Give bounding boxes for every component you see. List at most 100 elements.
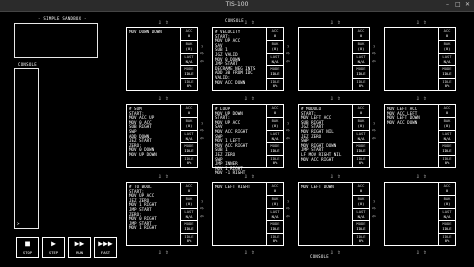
top-console-label: CONSOLE xyxy=(225,18,244,23)
register-value: N/A xyxy=(443,213,451,219)
up-arrow-icon: ⇧ xyxy=(423,249,427,256)
node-code-editor[interactable]: MOV LEFT ACC MOV ACC LEFT MOV LEFT DOWN … xyxy=(387,107,439,125)
register-value: IDLE xyxy=(356,147,366,153)
register-bak: BAK (0) xyxy=(352,117,369,131)
register-idle: IDLE 0% xyxy=(180,154,197,168)
register-value: (0) xyxy=(357,46,365,52)
register-value: (0) xyxy=(357,123,365,129)
node-code-editor[interactable]: MOV LEFT RIGHT xyxy=(215,185,267,190)
up-arrow-icon: ⇧ xyxy=(251,19,255,26)
node-4[interactable]: ACC 0 BAK (0) LAST N/A MODE IDLE IDLE 0% xyxy=(384,27,456,91)
register-last: LAST N/A xyxy=(180,207,197,221)
register-idle: IDLE 0% xyxy=(438,77,455,91)
register-value: IDLE xyxy=(270,70,280,76)
left-arrow-icon: ⇦ xyxy=(372,58,376,65)
up-arrow-icon: ⇧ xyxy=(423,95,427,102)
step-button[interactable]: ▶ STEP xyxy=(42,237,65,258)
node-7[interactable]: # MODULO START: MOV LEFT ACC SUB RIGHT J… xyxy=(298,104,370,168)
node-12[interactable]: ACC 0 BAK (0) LAST N/A MODE IDLE IDLE 0% xyxy=(384,182,456,246)
up-arrow-icon: ⇧ xyxy=(165,249,169,256)
register-last: LAST N/A xyxy=(352,52,369,66)
node-code-editor[interactable]: # SUM START: MOV ACC UP MOV 0 ACC SUB RI… xyxy=(129,107,181,158)
down-arrow-icon: ⇩ xyxy=(158,173,162,180)
register-bak: BAK (0) xyxy=(352,195,369,209)
register-value: 0 xyxy=(359,187,363,193)
left-arrow-icon: ⇦ xyxy=(200,213,204,220)
node-code-editor[interactable]: # VELOCITY START: MOV UP ACC SAV SUB 1 J… xyxy=(215,30,267,85)
register-value: 0 xyxy=(359,32,363,38)
register-last: LAST N/A xyxy=(180,129,197,143)
register-acc: ACC 0 xyxy=(438,105,455,118)
register-value: (0) xyxy=(271,123,279,129)
node-2[interactable]: # VELOCITY START: MOV UP ACC SAV SUB 1 J… xyxy=(212,27,284,91)
register-value: N/A xyxy=(271,135,279,141)
register-value: (0) xyxy=(443,123,451,129)
register-last: LAST N/A xyxy=(438,207,455,221)
left-arrow-icon: ⇦ xyxy=(372,213,376,220)
register-acc: ACC 0 xyxy=(180,183,197,196)
register-idle: IDLE 0% xyxy=(266,77,283,91)
left-arrow-icon: ⇦ xyxy=(200,135,204,142)
register-value: IDLE xyxy=(356,225,366,231)
node-code-editor[interactable]: # LOOP MOV UP DOWN START: MOV UP ACC SAV… xyxy=(215,107,267,176)
port-value: ? xyxy=(287,200,290,204)
node-5[interactable]: # SUM START: MOV ACC UP MOV 0 ACC SUB RI… xyxy=(126,104,198,168)
register-last: LAST N/A xyxy=(352,207,369,221)
register-value: 0 xyxy=(273,109,277,115)
register-value: 0% xyxy=(444,160,450,166)
maximize-icon[interactable]: □ xyxy=(455,1,461,8)
node-code-editor[interactable]: MOV DOWN DOWN xyxy=(129,30,181,35)
window-titlebar: TIS-100 – □ ✕ xyxy=(0,0,474,12)
down-arrow-icon: ⇩ xyxy=(416,173,420,180)
register-bak: BAK (0) xyxy=(352,40,369,54)
register-mode: MODE IDLE xyxy=(352,65,369,79)
stop-button[interactable]: ■ STOP xyxy=(16,237,39,258)
run-button[interactable]: ▶▶ RUN xyxy=(68,237,91,258)
register-value: N/A xyxy=(185,135,193,141)
register-value: 0 xyxy=(187,109,191,115)
node-11[interactable]: MOV LEFT DOWN ACC 0 BAK (0) LAST N/A MODE IDLE ID… xyxy=(298,182,370,246)
node-8[interactable]: MOV LEFT ACC MOV ACC LEFT MOV LEFT DOWN … xyxy=(384,104,456,168)
register-mode: MODE IDLE xyxy=(352,142,369,156)
register-idle: IDLE 0% xyxy=(180,77,197,91)
fast-button[interactable]: ▶▶▶ FAST xyxy=(94,237,117,258)
node-1[interactable]: MOV DOWN DOWN ACC 0 BAK (0) LAST N/A MODE IDLE ID… xyxy=(126,27,198,91)
node-9[interactable]: # TO BOOL START: MOV UP ACC JEZ ZERO MOV… xyxy=(126,182,198,246)
register-value: 0 xyxy=(445,109,449,115)
console-input-panel[interactable]: > xyxy=(14,68,39,229)
node-3[interactable]: ACC 0 BAK (0) LAST N/A MODE IDLE IDLE 0% xyxy=(298,27,370,91)
register-bak: BAK (0) xyxy=(266,117,283,131)
register-acc: ACC 0 xyxy=(352,28,369,41)
down-arrow-icon: ⇩ xyxy=(330,249,334,256)
down-arrow-icon: ⇩ xyxy=(416,249,420,256)
register-value: IDLE xyxy=(356,70,366,76)
node-6[interactable]: # LOOP MOV UP DOWN START: MOV UP ACC SAV… xyxy=(212,104,284,175)
node-code-editor[interactable]: # TO BOOL START: MOV UP ACC JEZ ZERO MOV… xyxy=(129,185,181,231)
node-code-editor[interactable]: # MODULO START: MOV LEFT ACC SUB RIGHT J… xyxy=(301,107,353,162)
register-bak: BAK (0) xyxy=(438,195,455,209)
step-label: STEP xyxy=(48,250,59,255)
fast-label: FAST xyxy=(100,250,111,255)
right-arrow-icon: ⇨ xyxy=(200,205,204,212)
register-value: N/A xyxy=(271,213,279,219)
register-mode: MODE IDLE xyxy=(266,142,283,156)
up-arrow-icon: ⇧ xyxy=(337,95,341,102)
close-icon[interactable]: ✕ xyxy=(465,1,470,8)
down-arrow-icon: ⇩ xyxy=(244,95,248,102)
register-value: 0% xyxy=(186,160,192,166)
left-arrow-icon: ⇦ xyxy=(372,135,376,142)
left-arrow-icon: ⇦ xyxy=(286,58,290,65)
register-value: N/A xyxy=(271,58,279,64)
right-arrow-icon: ⇨ xyxy=(372,127,376,134)
node-10[interactable]: MOV LEFT RIGHT ACC 0 BAK (0) LAST N/A MODE IDLE I… xyxy=(212,182,284,246)
up-arrow-icon: ⇧ xyxy=(337,173,341,180)
register-mode: MODE IDLE xyxy=(438,142,455,156)
register-mode: MODE IDLE xyxy=(266,220,283,234)
minimize-icon[interactable]: – xyxy=(446,1,449,8)
register-value: 0 xyxy=(187,187,191,193)
run-icon: ▶▶ xyxy=(74,239,85,248)
down-arrow-icon: ⇩ xyxy=(330,95,334,102)
register-mode: MODE IDLE xyxy=(180,142,197,156)
register-idle: IDLE 0% xyxy=(438,154,455,168)
node-code-editor[interactable]: MOV LEFT DOWN xyxy=(301,185,353,190)
